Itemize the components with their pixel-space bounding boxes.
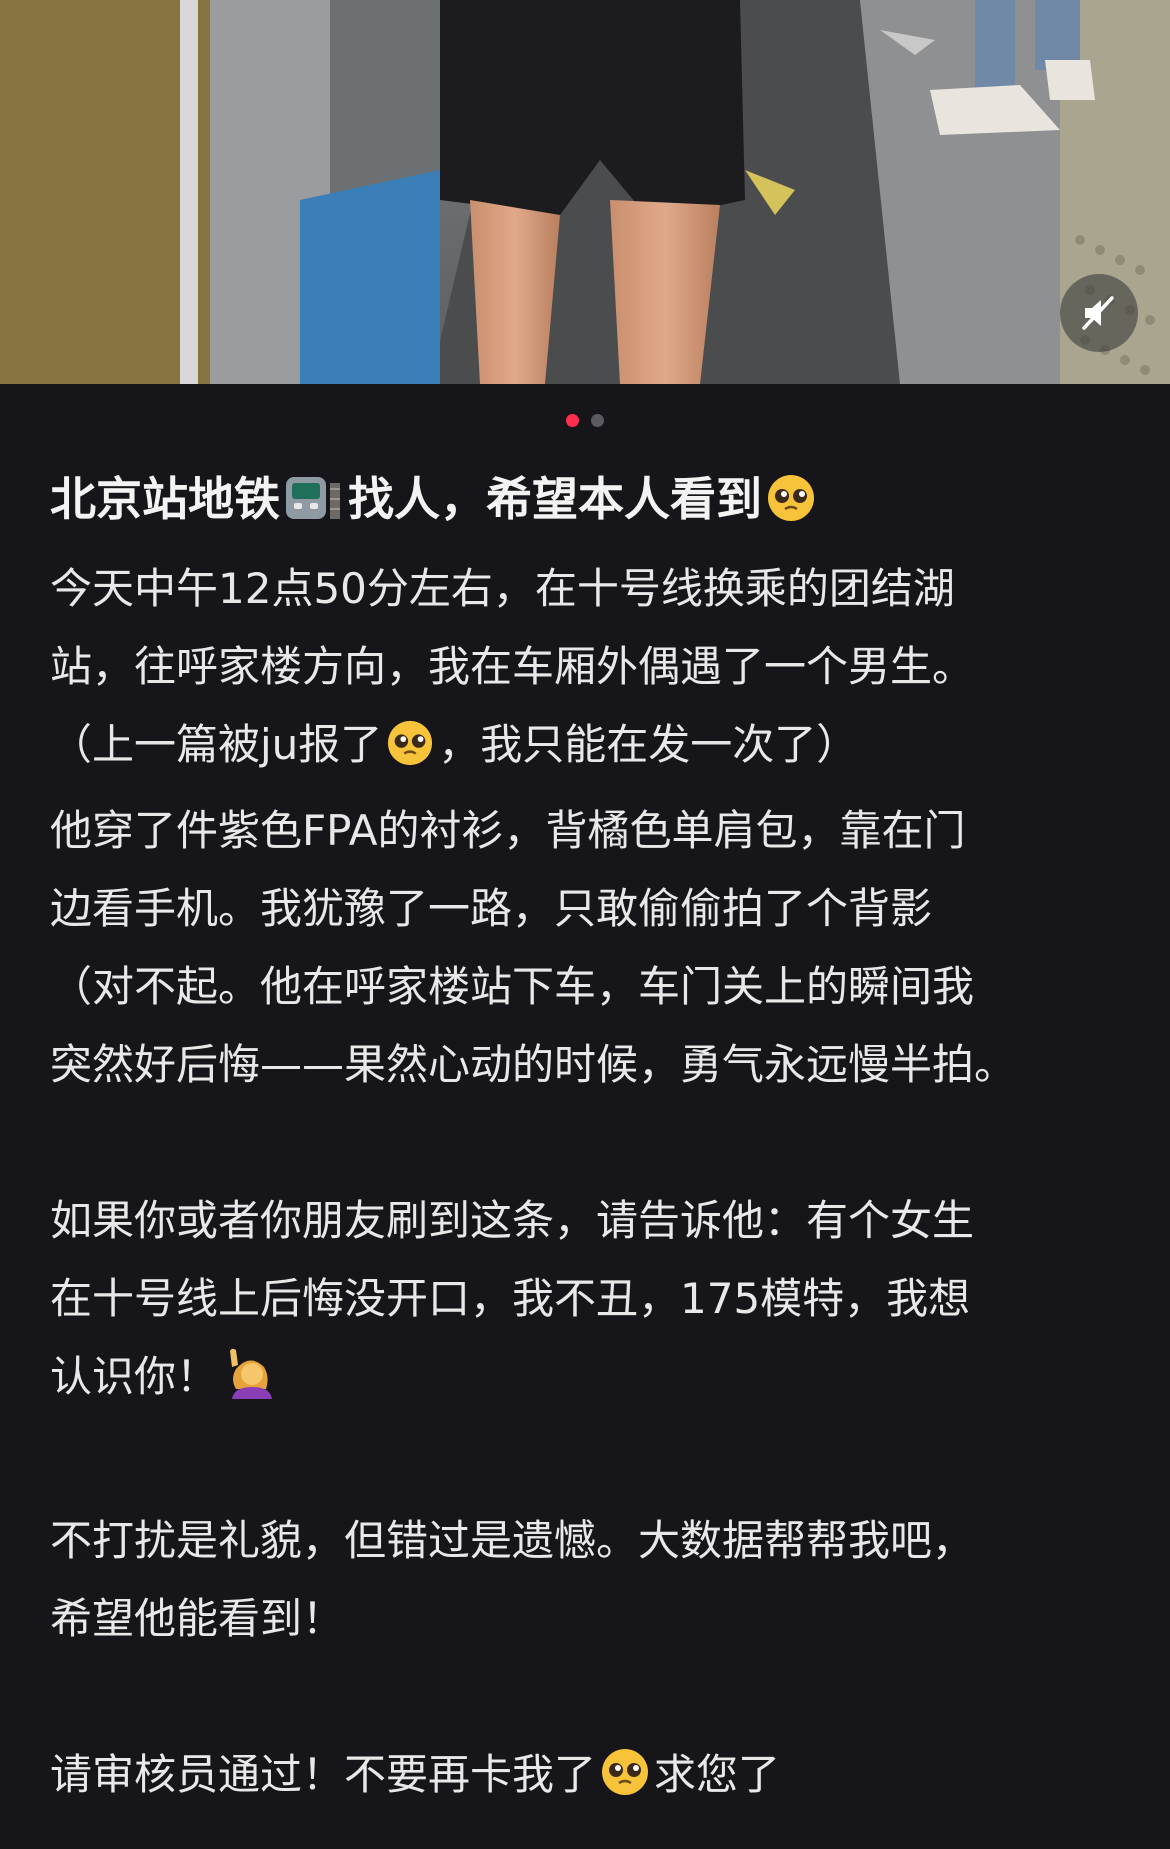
line-text: （上一篇被ju报了 [50, 720, 383, 769]
title-text-end: 找人，希望本人看到 [348, 472, 762, 526]
body-line: 他穿了件紫色FPA的衬衫，背橘色单肩包，靠在门 [50, 806, 966, 855]
body-line: 站，往呼家楼方向，我在车厢外偶遇了一个男生。 [50, 642, 975, 691]
body-line: 在十号线上后悔没开口，我不丑，175模特，我想 [50, 1274, 971, 1323]
line-text: ，我只能在发一次了） [438, 720, 859, 769]
body-line: 今天中午12点50分左右，在十号线换乘的团结湖 [50, 564, 955, 613]
carousel-dot-2[interactable] [591, 414, 604, 427]
post-content: 北京站地铁 找人，希望本人看到 今天中午12点50分左右，在十号线换乘的团结湖 … [50, 456, 1130, 1822]
title-text-start: 北京站地铁 [50, 472, 280, 526]
line-text: 请审核员通过！不要再卡我了 [50, 1750, 597, 1799]
body-line: （上一篇被ju报了 ，我只能在发一次了） [50, 706, 1130, 792]
subway-platform-image [0, 0, 1170, 384]
pleading-face-emoji [386, 714, 434, 792]
pleading-face-emoji [766, 464, 816, 550]
body-line: 认识你！ [50, 1338, 1130, 1424]
body-line: 不打扰是礼貌，但错过是遗憾。大数据帮帮我吧， [50, 1516, 975, 1565]
body-line: 如果你或者你朋友刷到这条，请告诉他：有个女生 [50, 1196, 975, 1245]
pleading-face-emoji [600, 1744, 650, 1822]
body-line: 请审核员通过！不要再卡我了 求您了 [50, 1736, 1130, 1822]
speaker-muted-icon [1082, 296, 1114, 330]
line-text: 求您了 [654, 1750, 781, 1799]
metro-train-emoji [284, 464, 344, 550]
post-body: 今天中午12点50分左右，在十号线换乘的团结湖 站，往呼家楼方向，我在车厢外偶遇… [50, 550, 1130, 1822]
post-title: 北京站地铁 找人，希望本人看到 [50, 456, 1130, 550]
carousel-dot-1[interactable] [566, 414, 579, 427]
body-line: 希望他能看到！ [50, 1594, 345, 1643]
body-line: 突然好后悔——果然心动的时候，勇气永远慢半拍。 [50, 1040, 1017, 1089]
person-raising-hand-emoji [222, 1346, 278, 1424]
carousel-indicator [0, 414, 1170, 427]
mute-button[interactable] [1060, 274, 1138, 352]
body-line: 边看手机。我犹豫了一路，只敢偷偷拍了个背影 [50, 884, 933, 933]
post-photo[interactable] [0, 0, 1170, 384]
body-line: （对不起。他在呼家楼站下车，车门关上的瞬间我 [50, 962, 975, 1011]
line-text: 认识你！ [50, 1352, 219, 1401]
